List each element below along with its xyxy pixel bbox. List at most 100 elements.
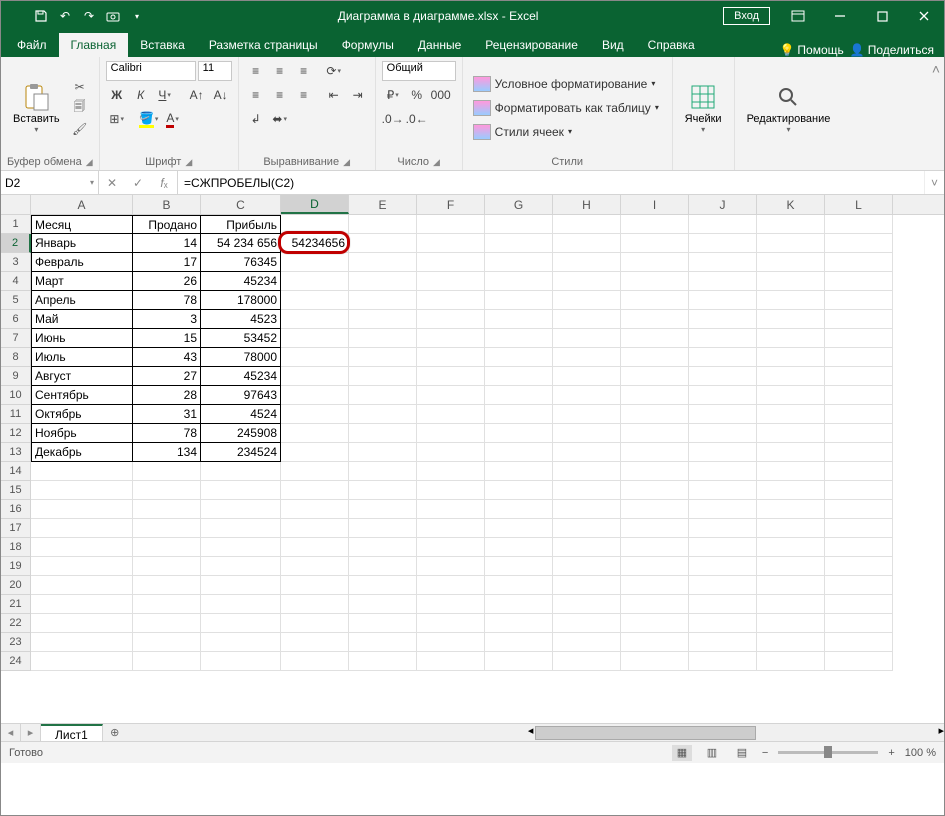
column-header[interactable]: A: [31, 195, 133, 214]
font-launcher[interactable]: ◢: [185, 157, 192, 168]
cell[interactable]: [689, 633, 757, 652]
cell[interactable]: [281, 405, 349, 424]
cell[interactable]: [757, 481, 825, 500]
cell[interactable]: [349, 291, 417, 310]
cell[interactable]: [825, 386, 893, 405]
cell[interactable]: [417, 272, 485, 291]
cell[interactable]: [349, 462, 417, 481]
cell[interactable]: [281, 557, 349, 576]
cell[interactable]: [417, 234, 485, 253]
orientation-icon[interactable]: ⟳: [323, 61, 345, 81]
cell[interactable]: [553, 462, 621, 481]
cell[interactable]: [621, 500, 689, 519]
cell[interactable]: [757, 652, 825, 671]
cell[interactable]: [417, 633, 485, 652]
cell[interactable]: [349, 652, 417, 671]
cell[interactable]: [485, 424, 553, 443]
cell[interactable]: [349, 481, 417, 500]
cell[interactable]: [31, 500, 133, 519]
cell[interactable]: [485, 405, 553, 424]
cell[interactable]: [825, 291, 893, 310]
row-header[interactable]: 13: [1, 443, 31, 462]
cell[interactable]: [553, 329, 621, 348]
cell[interactable]: [485, 519, 553, 538]
cell[interactable]: [31, 462, 133, 481]
decrease-decimal-icon[interactable]: .0←: [406, 109, 428, 129]
cell[interactable]: [553, 272, 621, 291]
row-header[interactable]: 23: [1, 633, 31, 652]
cell[interactable]: 178000: [201, 291, 281, 310]
cell[interactable]: [201, 519, 281, 538]
cell[interactable]: 54 234 656: [201, 234, 281, 253]
number-format-select[interactable]: Общий: [382, 61, 456, 81]
cell[interactable]: [417, 443, 485, 462]
cell[interactable]: [281, 519, 349, 538]
align-middle-icon[interactable]: ≡: [269, 61, 291, 81]
cell[interactable]: [621, 329, 689, 348]
cell[interactable]: [825, 405, 893, 424]
cell[interactable]: 78: [133, 291, 201, 310]
cell[interactable]: [417, 405, 485, 424]
zoom-slider[interactable]: [778, 751, 878, 754]
font-color-button[interactable]: A: [162, 109, 184, 129]
column-header[interactable]: F: [417, 195, 485, 214]
cell[interactable]: [621, 519, 689, 538]
cell[interactable]: [553, 348, 621, 367]
cell[interactable]: [825, 253, 893, 272]
cell[interactable]: [825, 329, 893, 348]
cell[interactable]: [349, 405, 417, 424]
cell[interactable]: [281, 424, 349, 443]
cell[interactable]: [349, 367, 417, 386]
cell[interactable]: [621, 405, 689, 424]
cell[interactable]: 14: [133, 234, 201, 253]
cell[interactable]: [485, 291, 553, 310]
row-header[interactable]: 22: [1, 614, 31, 633]
cell[interactable]: [133, 462, 201, 481]
hscroll-right-icon[interactable]: ▸: [938, 724, 944, 741]
decrease-font-icon[interactable]: A↓: [210, 85, 232, 105]
cell[interactable]: [553, 215, 621, 234]
increase-indent-icon[interactable]: ⇥: [347, 85, 369, 105]
cell[interactable]: [485, 443, 553, 462]
cell[interactable]: [825, 633, 893, 652]
cell[interactable]: [825, 272, 893, 291]
cell[interactable]: [201, 557, 281, 576]
cell[interactable]: [757, 557, 825, 576]
cell[interactable]: [485, 481, 553, 500]
row-header[interactable]: 20: [1, 576, 31, 595]
cell[interactable]: [201, 652, 281, 671]
row-header[interactable]: 15: [1, 481, 31, 500]
cell[interactable]: [281, 462, 349, 481]
tab-insert[interactable]: Вставка: [128, 33, 197, 57]
cell[interactable]: [349, 443, 417, 462]
cell[interactable]: [621, 367, 689, 386]
cell[interactable]: [417, 310, 485, 329]
cell[interactable]: [133, 500, 201, 519]
align-right-icon[interactable]: ≡: [293, 85, 315, 105]
add-sheet-icon[interactable]: ⊕: [103, 724, 127, 741]
column-header[interactable]: I: [621, 195, 689, 214]
cell[interactable]: [281, 310, 349, 329]
cell[interactable]: 78: [133, 424, 201, 443]
cell[interactable]: [825, 557, 893, 576]
view-page-layout-icon[interactable]: ▥: [702, 745, 722, 761]
cell[interactable]: [281, 652, 349, 671]
cell[interactable]: Прибыль: [201, 215, 281, 234]
cell[interactable]: [281, 348, 349, 367]
cell[interactable]: [689, 557, 757, 576]
bold-button[interactable]: Ж: [106, 85, 128, 105]
undo-icon[interactable]: ↶: [57, 8, 73, 24]
cell[interactable]: [825, 500, 893, 519]
alignment-launcher[interactable]: ◢: [343, 157, 350, 168]
formula-input[interactable]: =СЖПРОБЕЛЫ(C2): [178, 171, 924, 194]
cell[interactable]: [417, 367, 485, 386]
cell[interactable]: [201, 595, 281, 614]
align-left-icon[interactable]: ≡: [245, 85, 267, 105]
cell[interactable]: [485, 272, 553, 291]
cell[interactable]: [757, 348, 825, 367]
tab-data[interactable]: Данные: [406, 33, 473, 57]
cell[interactable]: [133, 538, 201, 557]
insert-function-icon[interactable]: fₓ: [151, 176, 177, 190]
cell[interactable]: [689, 367, 757, 386]
cell[interactable]: [621, 633, 689, 652]
